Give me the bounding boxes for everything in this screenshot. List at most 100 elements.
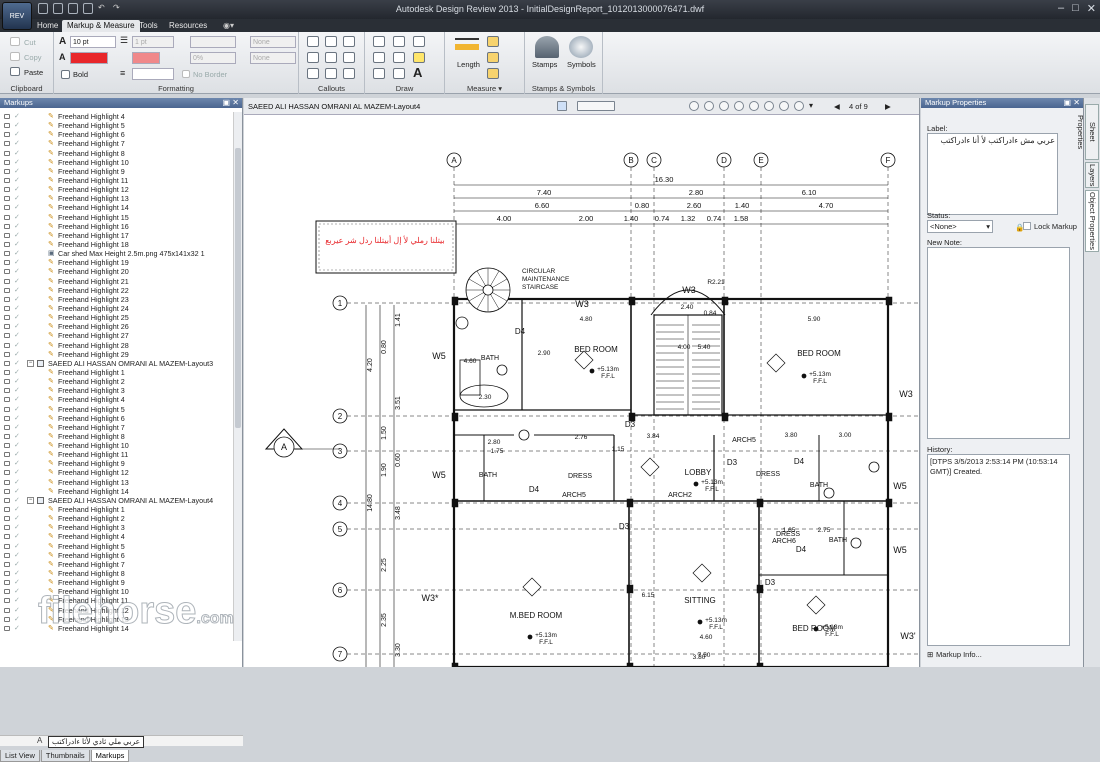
check-icon[interactable]: ✓ [14,249,20,258]
symbols-icon[interactable] [569,36,593,58]
lock-icon[interactable] [4,433,10,439]
zoom-extents-icon[interactable] [749,101,759,111]
lock-icon[interactable] [4,241,10,247]
symbols-button[interactable]: Symbols [567,60,596,69]
list-item[interactable]: ✓ ✎ Freehand Highlight 13 [0,478,233,487]
list-item[interactable]: ✓ ✎ Freehand Highlight 19 [0,258,233,267]
home-view-icon[interactable] [689,101,699,111]
list-item[interactable]: ✓ ✎ Freehand Highlight 2 [0,514,233,523]
check-icon[interactable]: ✓ [14,496,20,505]
check-icon[interactable]: ✓ [14,267,20,276]
list-item[interactable]: ✓ ✎ Freehand Highlight 13 [0,194,233,203]
zoom-icon[interactable] [719,101,729,111]
paste-button[interactable]: Paste [24,68,43,77]
list-item[interactable]: ✓ ✎ Freehand Highlight 15 [0,213,233,222]
line-weight-select[interactable]: 1 pt [132,36,174,48]
list-item[interactable]: ✓ ✎ Freehand Highlight 12 [0,468,233,477]
expand-icon[interactable]: ⊞ [927,650,933,659]
new-note-textarea[interactable] [927,247,1070,439]
lock-icon[interactable] [4,269,10,275]
polyline-tool-icon[interactable] [373,52,385,63]
check-icon[interactable]: ✓ [14,441,20,450]
list-item[interactable]: ✓ ✎ Freehand Highlight 6 [0,414,233,423]
check-icon[interactable]: ✓ [14,523,20,532]
drawing-canvas[interactable]: SAEED ALI HASSAN OMRANI AL MAZEM-Layout4… [244,98,920,667]
list-item[interactable]: ✓ ✎ Freehand Highlight 8 [0,432,233,441]
lock-icon[interactable] [4,561,10,567]
callout-icon-7[interactable] [307,68,319,79]
lock-icon[interactable] [4,406,10,412]
lock-icon[interactable] [4,424,10,430]
lock-icon[interactable] [4,141,10,147]
lock-icon[interactable] [4,488,10,494]
check-icon[interactable]: ✓ [14,450,20,459]
list-item[interactable]: ✓ ✎ Freehand Highlight 4 [0,532,233,541]
list-item[interactable]: ✓ ✎ Freehand Highlight 16 [0,222,233,231]
lock-icon[interactable] [4,443,10,449]
shape-tool-icon[interactable] [393,68,405,79]
orbit-icon[interactable] [764,101,774,111]
list-item[interactable]: ✓ ✎ Freehand Highlight 1 [0,505,233,514]
lock-icon[interactable] [4,123,10,129]
check-icon[interactable]: ✓ [14,478,20,487]
tab-list-view[interactable]: List View [0,750,40,762]
lock-icon[interactable] [4,205,10,211]
check-icon[interactable]: ✓ [14,514,20,523]
check-icon[interactable]: ✓ [14,395,20,404]
text-color-picker[interactable] [70,52,108,64]
sheet-node[interactable]: ✓ − SAEED ALI HASSAN OMRANI AL MAZEM-Layou… [0,496,233,505]
no-border-checkbox[interactable] [182,70,190,78]
lock-icon[interactable] [4,132,10,138]
check-icon[interactable]: ✓ [14,468,20,477]
callout-icon-6[interactable] [343,52,355,63]
lock-icon[interactable] [4,607,10,613]
check-icon[interactable]: ✓ [14,350,20,359]
tab-sheet-properties[interactable]: Sheet Properties [1076,104,1099,160]
list-item[interactable]: ✓ ✎ Freehand Highlight 21 [0,277,233,286]
check-icon[interactable]: ✓ [14,286,20,295]
lock-icon[interactable] [4,452,10,458]
tab-markup-measure[interactable]: Markup & Measure [62,20,140,32]
callout-icon-1[interactable] [307,36,319,47]
lock-icon[interactable] [4,388,10,394]
lock-icon[interactable] [4,516,10,522]
check-icon[interactable]: ✓ [14,167,20,176]
collapse-icon[interactable]: − [27,496,34,504]
fill-color-picker[interactable] [132,52,160,64]
check-icon[interactable]: ✓ [14,505,20,514]
check-icon[interactable]: ✓ [14,606,20,615]
callout-icon-3[interactable] [343,36,355,47]
lock-icon[interactable] [4,351,10,357]
check-icon[interactable]: ✓ [14,432,20,441]
list-item[interactable]: ✓ ✎ Freehand Highlight 22 [0,286,233,295]
copy-icon[interactable] [10,52,20,61]
list-item[interactable]: ✓ ✎ Freehand Highlight 9 [0,459,233,468]
check-icon[interactable]: ✓ [14,304,20,313]
list-item[interactable]: ✓ ✎ Freehand Highlight 7 [0,423,233,432]
zoom-window-icon[interactable] [734,101,744,111]
lock-icon[interactable] [4,315,10,321]
list-item[interactable]: ✓ ✎ Freehand Highlight 18 [0,240,233,249]
font-size-select[interactable]: 10 pt [70,36,116,48]
check-icon[interactable]: ✓ [14,322,20,331]
list-item[interactable]: ✓ ✎ Freehand Highlight 5 [0,121,233,130]
list-item[interactable]: ✓ ✎ Freehand Highlight 9 [0,578,233,587]
list-item[interactable]: ✓ ✎ Freehand Highlight 3 [0,386,233,395]
list-item[interactable]: ✓ ✎ Freehand Highlight 7 [0,139,233,148]
tab-markups[interactable]: Markups [90,750,130,762]
check-icon[interactable]: ✓ [14,277,20,286]
list-item[interactable]: ✓ ✎ Freehand Highlight 29 [0,350,233,359]
cloud-tool-icon[interactable] [393,52,405,63]
lock-icon[interactable] [4,397,10,403]
lock-icon[interactable] [4,333,10,339]
next-page-button[interactable]: ▶ [885,102,891,111]
stamp-icon[interactable] [535,36,559,58]
label-textarea[interactable]: عربي مش ءادراكتب لأ أنا ءادراكتب [927,133,1058,215]
list-item[interactable]: ✓ ✎ Freehand Highlight 20 [0,267,233,276]
pen-tool-icon[interactable] [413,36,425,47]
check-icon[interactable]: ✓ [14,341,20,350]
lock-icon[interactable] [4,580,10,586]
check-icon[interactable]: ✓ [14,203,20,212]
list-item[interactable]: ✓ ✎ Freehand Highlight 14 [0,487,233,496]
zoom-combo[interactable] [577,101,615,111]
